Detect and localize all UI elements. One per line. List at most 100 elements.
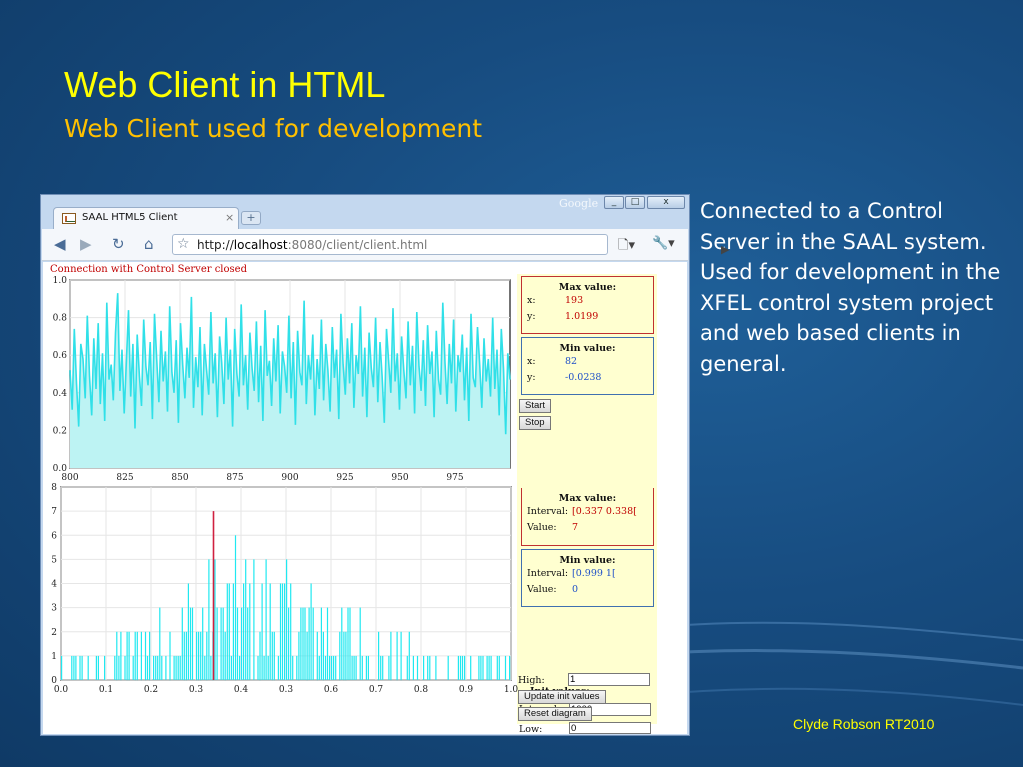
- histogram-bar: [490, 655, 492, 680]
- histogram-bar: [331, 655, 333, 680]
- histogram-bar: [124, 655, 126, 680]
- start-button[interactable]: Start: [519, 399, 552, 413]
- histogram-bar: [306, 631, 308, 681]
- max-x-label: x:: [527, 295, 536, 306]
- histogram-bar: [144, 631, 147, 681]
- histogram-bar: [335, 655, 337, 680]
- histogram-bar: [300, 607, 302, 680]
- histogram-bar: [347, 607, 349, 680]
- histogram-bar: [169, 631, 171, 681]
- histogram-bar: [216, 607, 218, 680]
- histogram-bar: [259, 631, 261, 681]
- tab-favicon-icon: [62, 213, 76, 224]
- histogram-bar: [324, 655, 327, 680]
- histogram-bar: [286, 559, 288, 680]
- address-bar[interactable]: ☆ http://localhost:8080/client/client.ht…: [172, 234, 729, 256]
- min-x-value: 82: [565, 356, 578, 367]
- histogram-bar: [118, 655, 120, 680]
- histogram-bar: [498, 655, 500, 680]
- browser-tab[interactable]: SAAL HTML5 Client ×: [53, 207, 239, 229]
- reload-icon[interactable]: ↻: [112, 235, 125, 253]
- histogram-bar: [241, 607, 243, 680]
- histogram-bar: [247, 607, 249, 680]
- histogram-bar: [302, 607, 304, 680]
- histogram-bar: [232, 583, 234, 680]
- area-y-tick-label: 0.4: [53, 389, 68, 399]
- minimize-button[interactable]: _: [604, 196, 624, 209]
- histogram-bar: [149, 631, 151, 681]
- histogram-max-bar: [212, 511, 215, 680]
- histogram-x-tick-label: 0.9: [459, 685, 474, 695]
- histogram-bar: [153, 655, 155, 680]
- area-x-tick-label: 875: [226, 473, 243, 483]
- histogram-bar: [202, 607, 204, 680]
- histogram-bar: [181, 607, 183, 680]
- histogram-bar: [423, 655, 425, 680]
- back-arrow-icon[interactable]: ◀: [54, 235, 66, 253]
- histogram-bar: [353, 655, 355, 680]
- address-url[interactable]: http://localhost:8080/client/client.html: [197, 238, 427, 252]
- histogram-x-tick-label: 0.0: [54, 685, 69, 695]
- update-init-values-button[interactable]: Update init values: [518, 690, 606, 704]
- histogram-bar: [488, 655, 490, 680]
- maximize-button[interactable]: □: [625, 196, 645, 209]
- histogram-bar: [326, 607, 329, 680]
- histogram-bar: [284, 583, 286, 680]
- histogram-bar: [292, 655, 294, 680]
- area-y-tick-label: 0.0: [53, 464, 68, 474]
- histogram-bar: [312, 607, 314, 680]
- histogram-bar: [253, 559, 255, 680]
- wrench-icon[interactable]: 🔧▾: [652, 236, 675, 251]
- histogram-bar: [175, 655, 177, 680]
- low-input[interactable]: [569, 722, 651, 734]
- max-y-value: 1.0199: [565, 311, 599, 322]
- histogram-bar: [298, 631, 300, 681]
- tab-close-icon[interactable]: ×: [225, 211, 234, 224]
- histogram-bar: [81, 655, 83, 680]
- stop-button[interactable]: Stop: [519, 416, 551, 430]
- histogram-bar: [226, 583, 228, 680]
- high-label: High:: [518, 675, 545, 686]
- hist-min-value-box: Min value: Interval: [0.999 1[ Value: 0: [521, 549, 654, 607]
- slide-footer: Clyde Robson RT2010: [793, 716, 935, 732]
- histogram-bar: [496, 655, 498, 680]
- new-tab-button[interactable]: +: [241, 211, 261, 225]
- description-paragraph-1: Connected to a Control Server in the SAA…: [700, 199, 987, 254]
- min-y-label: y:: [527, 372, 536, 383]
- histogram-bar: [339, 631, 341, 681]
- histogram-bar: [155, 655, 157, 680]
- max-y-label: y:: [527, 311, 536, 322]
- hist-min-interval-value: [0.999 1[: [572, 568, 616, 579]
- histogram-bar: [261, 583, 263, 680]
- go-arrow-icon[interactable]: ▶: [721, 243, 729, 256]
- histogram-bar: [71, 655, 73, 680]
- histogram-bar: [245, 559, 247, 680]
- reset-diagram-button[interactable]: Reset diagram: [518, 707, 592, 721]
- histogram-x-tick-label: 0.3: [189, 685, 204, 695]
- area-x-tick-label: 825: [116, 473, 133, 483]
- histogram-bar: [220, 607, 222, 680]
- area-y-tick-label: 0.6: [53, 351, 68, 361]
- histogram-bar: [281, 583, 284, 680]
- histogram-bar: [183, 631, 185, 681]
- forward-arrow-icon[interactable]: ▶: [80, 235, 92, 253]
- histogram-bar: [187, 583, 189, 680]
- page-menu-icon[interactable]: 🗋▾: [618, 236, 635, 258]
- histogram-bar: [288, 607, 290, 680]
- histogram-bar: [406, 655, 408, 680]
- histogram-bar: [177, 655, 179, 680]
- area-x-tick-label: 850: [171, 473, 188, 483]
- high-input[interactable]: [568, 673, 650, 686]
- star-icon[interactable]: ☆: [177, 236, 190, 252]
- histogram-bar: [196, 631, 198, 681]
- home-icon[interactable]: ⌂: [144, 235, 154, 253]
- histogram-bar: [75, 655, 77, 680]
- histogram-bar: [146, 655, 149, 680]
- close-window-button[interactable]: x: [647, 196, 685, 209]
- histogram-bar: [185, 631, 187, 681]
- hist-max-value-label: Value:: [527, 522, 557, 533]
- histogram-bar: [509, 655, 511, 680]
- histogram-bar: [416, 655, 419, 680]
- histogram-y-tick-label: 1: [51, 652, 57, 662]
- browser-toolbar: ◀ ▶ ↻ ⌂ ☆ http://localhost:8080/client/c…: [42, 229, 729, 261]
